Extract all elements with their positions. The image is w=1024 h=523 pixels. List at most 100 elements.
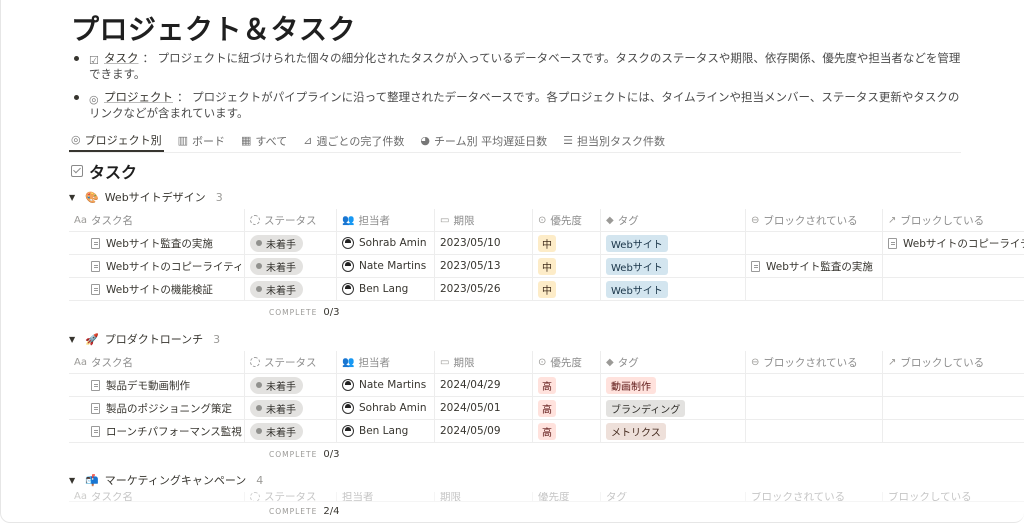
col-blocked-by[interactable]: ブロックされている <box>746 492 883 501</box>
col-due[interactable]: ▭ 期限 <box>435 351 533 373</box>
col-tag[interactable]: タグ <box>601 492 746 501</box>
group-emoji: 📬 <box>85 473 99 487</box>
col-priority[interactable]: ⊙ 優先度 <box>533 351 601 373</box>
tag-badge[interactable]: Webサイト <box>606 280 668 298</box>
priority-badge[interactable]: 高 <box>538 399 556 417</box>
group-footer: COMPLETE 0/3 <box>269 448 340 460</box>
pie-icon: ◕ <box>420 134 430 147</box>
col-assignee[interactable]: 👥 担当者 <box>337 209 435 231</box>
app-frame: プロジェクト＆タスク ☑ タスク： プロジェクトに紐づけられた個々の細分化されたタ… <box>0 0 1024 523</box>
col-due[interactable]: ▭ 期限 <box>435 209 533 231</box>
col-blocking[interactable]: ブロックしている <box>883 492 1024 501</box>
tab-board[interactable]: ▥ ボード <box>176 129 227 152</box>
page-icon <box>91 402 100 414</box>
triangle-down-icon[interactable]: ▼ <box>69 193 79 202</box>
status-badge[interactable]: 未着手 <box>250 422 303 440</box>
group-count: 3 <box>215 190 223 204</box>
people-icon: 👥 <box>342 214 355 226</box>
table-row[interactable]: ローンチパフォーマンス監視 未着手 Ben Lang 2024/05/09 高 … <box>69 420 1024 443</box>
table-row[interactable]: 製品のポジショニング策定 未着手 Sohrab Amin 2024/05/01 … <box>69 397 1024 420</box>
tab-assignee-count[interactable]: ☰ 担当別タスク件数 <box>561 129 667 152</box>
col-due[interactable]: 期限 <box>435 492 533 501</box>
tag-badge[interactable]: メトリクス <box>606 422 666 440</box>
group-website-design: ▼ 🎨 Webサイトデザイン 3 Aa タスク名 ステータス 👥 担当者 ▭ 期限 ⊙… <box>69 185 1024 323</box>
view-tabs: ◎ プロジェクト別 ▥ ボード ▦ すべて ⊿ 週ごとの完了件数 ◕ チーム別 平均遅延日… <box>69 129 961 153</box>
col-name[interactable]: Aa タスク名 <box>69 209 245 231</box>
group-footer: COMPLETE 0/3 <box>269 306 340 318</box>
group-header[interactable]: ▼ 🎨 Webサイトデザイン 3 <box>69 185 1024 209</box>
tab-weekly-done[interactable]: ⊿ 週ごとの完了件数 <box>301 129 406 152</box>
col-assignee[interactable]: 担当者 <box>337 492 435 501</box>
col-status[interactable]: ステータス <box>245 492 337 501</box>
projects-link[interactable]: プロジェクト <box>104 90 173 104</box>
avatar <box>342 260 354 272</box>
col-priority[interactable]: ⊙ 優先度 <box>533 209 601 231</box>
status-badge[interactable]: 未着手 <box>250 234 303 252</box>
group-emoji: 🚀 <box>85 332 99 346</box>
group-count: 3 <box>213 332 221 346</box>
avatar <box>342 237 354 249</box>
tag-badge[interactable]: Webサイト <box>606 257 668 275</box>
page-icon <box>91 425 100 437</box>
table-row[interactable]: Webサイトの機能検証 未着手 Ben Lang 2023/05/26 中 We… <box>69 278 1024 301</box>
avatar <box>342 379 354 391</box>
col-tag[interactable]: ◆ タグ <box>601 351 746 373</box>
page-icon <box>91 283 100 295</box>
status-badge[interactable]: 未着手 <box>250 280 303 298</box>
group-emoji: 🎨 <box>85 190 99 204</box>
col-status[interactable]: ステータス <box>245 351 337 373</box>
col-priority[interactable]: 優先度 <box>533 492 601 501</box>
tab-team-delay[interactable]: ◕ チーム別 平均遅延日数 <box>418 129 549 152</box>
avatar <box>342 283 354 295</box>
col-status[interactable]: ステータス <box>245 209 337 231</box>
col-name[interactable]: Aa タスク名 <box>69 351 245 373</box>
triangle-down-icon[interactable]: ▼ <box>69 335 79 344</box>
table-row[interactable]: 製品デモ動画制作 未着手 Nate Martins 2024/04/29 高 動… <box>69 374 1024 397</box>
group-header[interactable]: ▼ 🚀 プロダクトローンチ 3 <box>69 327 1024 351</box>
group-count: 4 <box>256 473 264 487</box>
tag-badge[interactable]: ブランディング <box>606 399 686 417</box>
tag-badge[interactable]: Webサイト <box>606 234 668 252</box>
col-name[interactable]: Aa タスク名 <box>69 492 245 501</box>
table-row[interactable]: Webサイト監査の実施 未着手 Sohrab Amin 2023/05/10 中… <box>69 232 1024 255</box>
page-icon <box>91 379 100 391</box>
checkbox-icon <box>71 165 83 177</box>
table-row[interactable]: Webサイトのコピーライティング 未着手 Nate Martins 2023/0… <box>69 255 1024 278</box>
status-icon <box>250 215 260 225</box>
priority-badge[interactable]: 中 <box>538 280 556 298</box>
priority-badge[interactable]: 高 <box>538 376 556 394</box>
tag-badge[interactable]: 動画制作 <box>606 376 656 394</box>
col-tag[interactable]: ◆ タグ <box>601 209 746 231</box>
priority-icon: ⊙ <box>538 356 547 368</box>
page-icon <box>751 260 760 272</box>
tasks-link[interactable]: タスク <box>104 51 139 65</box>
description-text: ： プロジェクトがパイプラインに沿って整理されたデータベースです。各プロジェクト… <box>89 90 960 120</box>
priority-badge[interactable]: 高 <box>538 422 556 440</box>
priority-badge[interactable]: 中 <box>538 257 556 275</box>
col-blocking[interactable]: ↗ ブロックしている <box>883 351 1024 373</box>
status-badge[interactable]: 未着手 <box>250 376 303 394</box>
text-icon: Aa <box>74 214 87 226</box>
tag-icon: ◆ <box>606 214 614 226</box>
project-db-icon: ◎ <box>89 93 99 106</box>
description-item-projects: ◎ プロジェクト： プロジェクトがパイプラインに沿って整理されたデータベースです。… <box>71 89 961 121</box>
group-name: マーケティングキャンペーン <box>104 474 247 487</box>
col-blocking[interactable]: ↗ ブロックしている <box>883 209 1024 231</box>
tab-by-project[interactable]: ◎ プロジェクト別 <box>69 129 164 152</box>
col-blocked-by[interactable]: ⊖ ブロックされている <box>746 351 883 373</box>
status-badge[interactable]: 未着手 <box>250 399 303 417</box>
col-blocked-by[interactable]: ⊖ ブロックされている <box>746 209 883 231</box>
col-assignee[interactable]: 👥 担当者 <box>337 351 435 373</box>
relation-link[interactable]: Webサイトのコピーライティング <box>888 236 1024 251</box>
triangle-down-icon[interactable]: ▼ <box>69 476 79 485</box>
chart-line-icon: ⊿ <box>303 134 313 147</box>
relation-link[interactable]: Webサイト監査の実施 <box>751 259 873 274</box>
group-header[interactable]: ▼ 📬 マーケティングキャンペーン 4 <box>69 468 1024 492</box>
group-name: Webサイトデザイン <box>104 191 206 204</box>
page-icon <box>888 237 897 249</box>
priority-badge[interactable]: 中 <box>538 234 556 252</box>
description-text: ： プロジェクトに紐づけられた個々の細分化されたタスクが入っているデータベースで… <box>89 51 961 81</box>
status-icon <box>250 357 260 367</box>
tab-all[interactable]: ▦ すべて <box>239 129 289 152</box>
status-badge[interactable]: 未着手 <box>250 257 303 275</box>
